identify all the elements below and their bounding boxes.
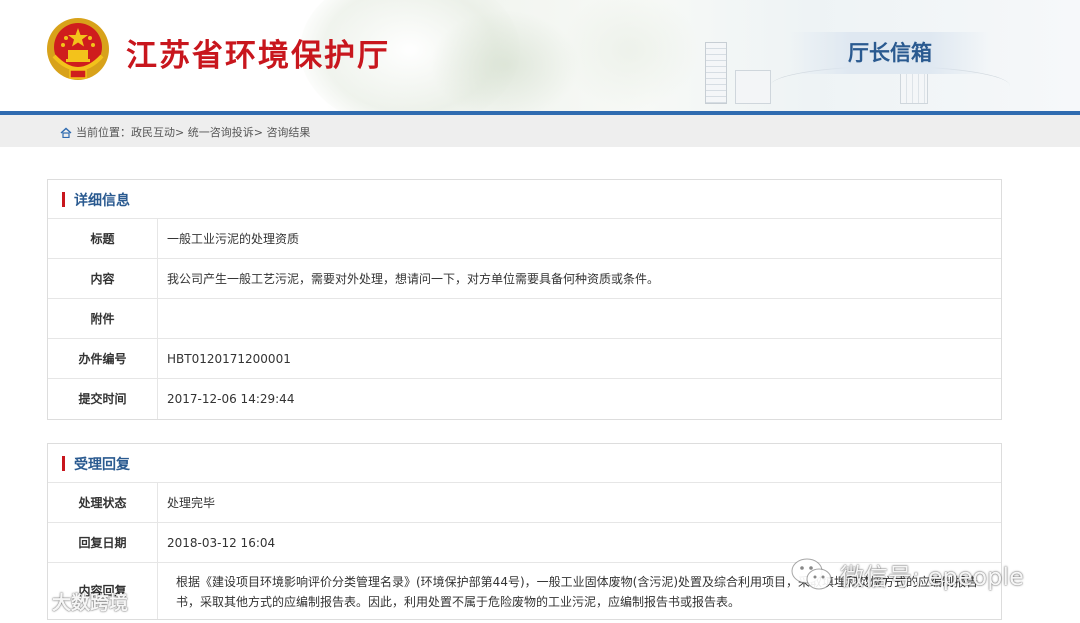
table-row: 办件编号 HBT0120171200001	[48, 339, 1001, 379]
section-marker	[62, 456, 65, 471]
site-title: 江苏省环境保护厅	[126, 38, 390, 74]
breadcrumb: 当前位置： 政民互动 > 统一咨询投诉 > 咨询结果	[60, 124, 310, 140]
row-label: 标题	[48, 219, 158, 258]
watermark-right-text: 微信号: epeople	[840, 562, 1024, 591]
wechat-icon	[791, 558, 832, 590]
section-marker	[62, 192, 65, 207]
row-value: 我公司产生一般工艺污泥，需要对外处理，想请问一下，对方单位需要具备何种资质或条件…	[167, 272, 660, 286]
detail-panel: 详细信息 标题 一般工业污泥的处理资质 内容 我公司产生一般工艺污泥，需要对外处…	[47, 179, 1002, 420]
row-value: 处理完毕	[167, 496, 216, 510]
header-flower-decoration	[430, 10, 580, 112]
reply-panel-title: 受理回复	[74, 457, 130, 473]
table-row: 内容 我公司产生一般工艺污泥，需要对外处理，想请问一下，对方单位需要具备何种资质…	[48, 259, 1001, 299]
row-value: 一般工业污泥的处理资质	[167, 232, 300, 246]
row-value-attachment	[158, 299, 1001, 338]
director-mailbox-tab[interactable]: 厅长信箱	[790, 32, 990, 74]
row-value: 2017-12-06 14:29:44	[167, 392, 295, 406]
row-label: 处理状态	[48, 483, 158, 522]
header-flower-decoration	[560, 0, 700, 110]
detail-panel-header: 详细信息	[48, 180, 1001, 219]
breadcrumb-item-result: 咨询结果	[266, 126, 311, 139]
detail-panel-title: 详细信息	[74, 193, 130, 209]
row-label: 提交时间	[48, 379, 158, 419]
reply-panel: 受理回复 处理状态 处理完毕 回复日期 2018-03-12 16:04 内容回…	[47, 443, 1002, 620]
table-row: 提交时间 2017-12-06 14:29:44	[48, 379, 1001, 419]
row-label: 内容	[48, 259, 158, 298]
reply-panel-header: 受理回复	[48, 444, 1001, 483]
row-label: 附件	[48, 299, 158, 338]
row-label: 回复日期	[48, 523, 158, 562]
table-row: 处理状态 处理完毕	[48, 483, 1001, 523]
header-building-decoration	[705, 42, 727, 104]
breadcrumb-prefix: 当前位置：	[76, 126, 131, 139]
watermark-left: 大数跨境	[6, 588, 128, 615]
national-emblem-icon	[47, 18, 109, 80]
header-building-decoration	[735, 70, 771, 104]
table-row: 附件	[48, 299, 1001, 339]
breadcrumb-separator: >	[253, 125, 263, 139]
row-value: HBT0120171200001	[167, 352, 291, 366]
breadcrumb-item-interaction[interactable]: 政民互动	[131, 124, 175, 140]
watermark-logo-icon	[8, 593, 44, 609]
breadcrumb-item-consult[interactable]: 统一咨询投诉	[188, 124, 254, 140]
watermark-left-text: 大数跨境	[52, 592, 129, 614]
home-icon	[60, 127, 72, 138]
table-row: 标题 一般工业污泥的处理资质	[48, 219, 1001, 259]
row-label: 办件编号	[48, 339, 158, 378]
watermark-right: 微信号: epeople	[790, 556, 1024, 592]
breadcrumb-separator: >	[175, 125, 185, 139]
